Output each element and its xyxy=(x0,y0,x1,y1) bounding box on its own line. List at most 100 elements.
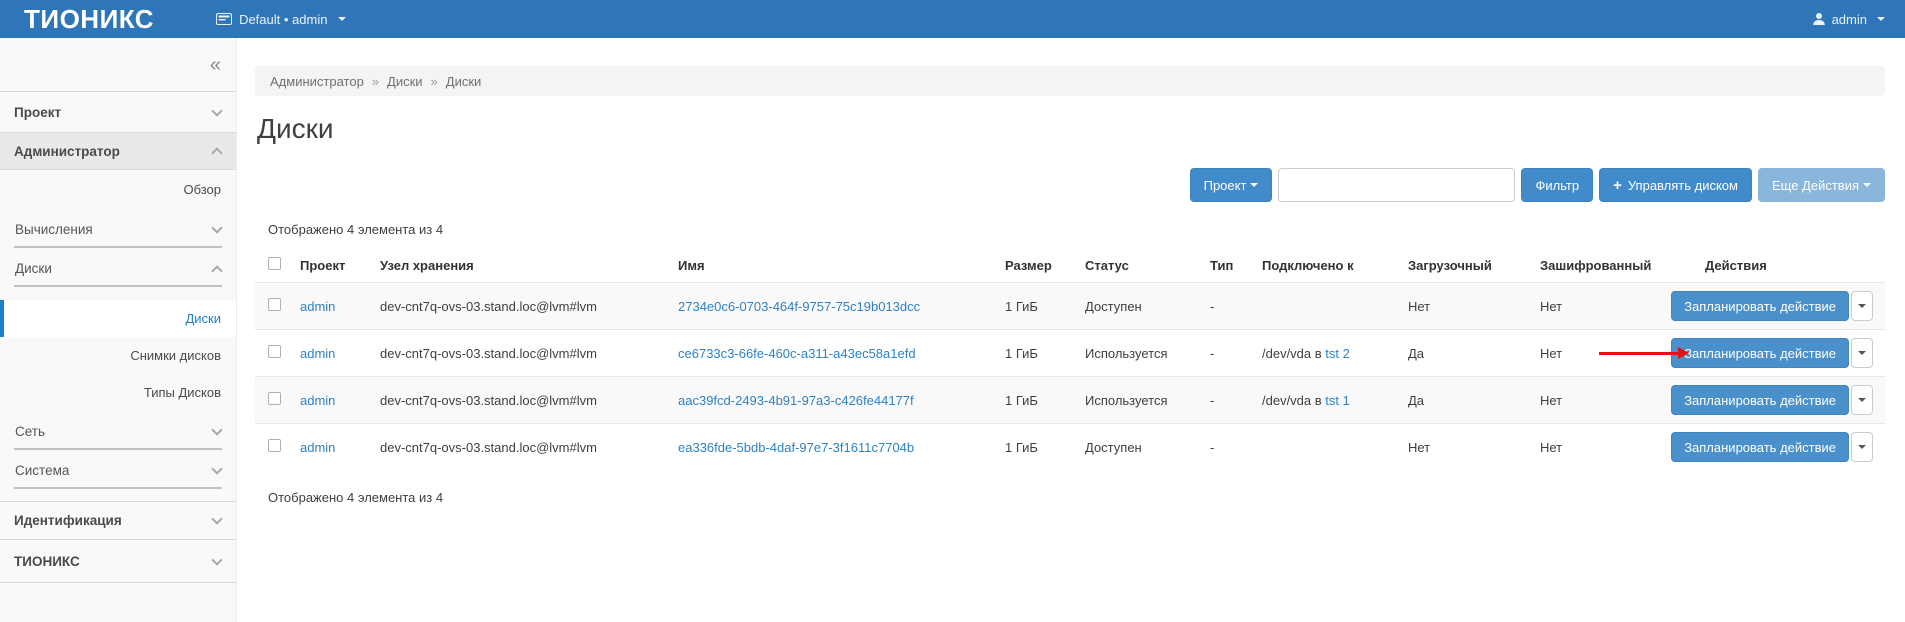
chevron-down-icon xyxy=(211,105,222,116)
chevron-down-icon xyxy=(211,554,222,565)
items-count-bottom: Отображено 4 элемента из 4 xyxy=(268,490,1885,505)
project-filter-dropdown[interactable]: Проект xyxy=(1190,168,1273,202)
collapse-sidebar-icon: « xyxy=(210,55,221,75)
instance-link[interactable]: tst 2 xyxy=(1325,346,1350,361)
status-cell: Доступен xyxy=(1085,283,1210,330)
column-header-project[interactable]: Проект xyxy=(300,251,380,283)
schedule-action-button[interactable]: Запланировать действие xyxy=(1671,291,1849,321)
user-menu[interactable]: admin xyxy=(1812,12,1885,27)
plus-icon: + xyxy=(1613,178,1622,193)
host-cell: dev-cnt7q-ovs-03.stand.loc@lvm#lvm xyxy=(380,424,678,471)
chevron-down-icon xyxy=(211,424,222,435)
volume-name-link[interactable]: ea336fde-5bdb-4daf-97e7-3f1611c7704b xyxy=(678,440,914,455)
sidebar-item-admin[interactable]: Администратор xyxy=(0,133,236,170)
row-actions-dropdown[interactable] xyxy=(1851,385,1873,415)
sidebar-item-volumes[interactable]: Диски xyxy=(0,300,236,337)
items-count-top: Отображено 4 элемента из 4 xyxy=(268,222,1885,237)
filter-button[interactable]: Фильтр xyxy=(1521,168,1593,202)
context-switcher[interactable]: Default • admin xyxy=(216,12,346,27)
user-icon xyxy=(1812,12,1826,26)
attached-to-cell: /dev/vda в tst 1 xyxy=(1262,377,1408,424)
user-menu-label: admin xyxy=(1832,12,1867,27)
table-toolbar: Проект Фильтр + Управлять диском Еще Дей… xyxy=(255,168,1885,202)
breadcrumb-separator: » xyxy=(372,74,379,89)
column-header-bootable[interactable]: Загрузочный xyxy=(1408,251,1540,283)
main-content: Администратор » Диски » Диски Диски Прое… xyxy=(237,38,1905,622)
bootable-cell: Нет xyxy=(1408,424,1540,471)
chevron-down-icon xyxy=(211,463,222,474)
project-link[interactable]: admin xyxy=(300,440,335,455)
sidebar-group-compute[interactable]: Вычисления xyxy=(14,222,222,248)
table-row: admin dev-cnt7q-ovs-03.stand.loc@lvm#lvm… xyxy=(255,424,1885,471)
top-header-bar: ТИОНИКС Default • admin admin xyxy=(0,0,1905,38)
size-cell: 1 ГиБ xyxy=(1005,283,1085,330)
volume-name-link[interactable]: aac39fcd-2493-4b91-97a3-c426fe44177f xyxy=(678,393,914,408)
status-cell: Доступен xyxy=(1085,424,1210,471)
sidebar-collapse[interactable]: « xyxy=(0,38,236,92)
row-checkbox[interactable] xyxy=(268,439,281,452)
table-header-row: Проект Узел хранения Имя Размер Статус Т… xyxy=(255,251,1885,283)
volume-name-link[interactable]: ce6733c3-66fe-460c-a311-a43ec58a1efd xyxy=(678,346,916,361)
size-cell: 1 ГиБ xyxy=(1005,424,1085,471)
schedule-action-button[interactable]: Запланировать действие xyxy=(1671,432,1849,462)
sidebar-item-project[interactable]: Проект xyxy=(0,92,236,133)
row-checkbox[interactable] xyxy=(268,392,281,405)
project-link[interactable]: admin xyxy=(300,346,335,361)
column-header-size[interactable]: Размер xyxy=(1005,251,1085,283)
column-header-host[interactable]: Узел хранения xyxy=(380,251,678,283)
sidebar-item-snapshots[interactable]: Снимки дисков xyxy=(0,337,236,374)
sidebar-group-network[interactable]: Сеть xyxy=(14,424,222,450)
chevron-down-icon xyxy=(211,513,222,524)
column-header-actions: Действия xyxy=(1705,251,1885,283)
more-actions-dropdown[interactable]: Еще Действия xyxy=(1758,168,1885,202)
chevron-down-icon xyxy=(1858,304,1866,308)
sidebar-group-system[interactable]: Система xyxy=(14,463,222,489)
breadcrumb-item-admin[interactable]: Администратор xyxy=(270,74,364,89)
attached-to-cell: /dev/vda в tst 2 xyxy=(1262,330,1408,377)
host-cell: dev-cnt7q-ovs-03.stand.loc@lvm#lvm xyxy=(380,283,678,330)
instance-link[interactable]: tst 1 xyxy=(1325,393,1350,408)
row-checkbox[interactable] xyxy=(268,298,281,311)
table-row: admin dev-cnt7q-ovs-03.stand.loc@lvm#lvm… xyxy=(255,377,1885,424)
column-header-name[interactable]: Имя xyxy=(678,251,1005,283)
volume-name-link[interactable]: 2734e0c6-0703-464f-9757-75c19b013dcc xyxy=(678,299,920,314)
chevron-down-icon xyxy=(1858,398,1866,402)
type-cell: - xyxy=(1210,377,1262,424)
page-title: Диски xyxy=(257,114,1885,144)
row-actions-dropdown[interactable] xyxy=(1851,432,1873,462)
status-cell: Используется xyxy=(1085,330,1210,377)
schedule-action-button[interactable]: Запланировать действие xyxy=(1671,385,1849,415)
chevron-down-icon xyxy=(1250,183,1258,187)
bootable-cell: Да xyxy=(1408,377,1540,424)
select-all-checkbox[interactable] xyxy=(268,257,281,270)
search-input[interactable] xyxy=(1278,168,1515,202)
schedule-action-button[interactable]: Запланировать действие xyxy=(1671,338,1849,368)
row-checkbox[interactable] xyxy=(268,345,281,358)
chevron-down-icon xyxy=(1863,183,1871,187)
project-link[interactable]: admin xyxy=(300,299,335,314)
chevron-up-icon xyxy=(211,147,222,158)
column-header-status[interactable]: Статус xyxy=(1085,251,1210,283)
column-header-encrypted[interactable]: Зашифрованный xyxy=(1540,251,1705,283)
row-actions-dropdown[interactable] xyxy=(1851,291,1873,321)
sidebar-item-volume-types[interactable]: Типы Дисков xyxy=(0,374,236,411)
row-actions-dropdown[interactable] xyxy=(1851,338,1873,368)
sidebar: « Проект Администратор Обзор Вычисления … xyxy=(0,38,237,622)
panel-icon xyxy=(216,13,232,25)
sidebar-item-tionix[interactable]: ТИОНИКС xyxy=(0,540,236,583)
brand-logo[interactable]: ТИОНИКС xyxy=(24,4,154,35)
chevron-down-icon xyxy=(1858,351,1866,355)
manage-volume-button[interactable]: + Управлять диском xyxy=(1599,168,1752,202)
chevron-down-icon xyxy=(1858,445,1866,449)
project-link[interactable]: admin xyxy=(300,393,335,408)
sidebar-item-overview[interactable]: Обзор xyxy=(0,170,236,209)
host-cell: dev-cnt7q-ovs-03.stand.loc@lvm#lvm xyxy=(380,377,678,424)
size-cell: 1 ГиБ xyxy=(1005,377,1085,424)
sidebar-group-volumes[interactable]: Диски xyxy=(14,261,222,287)
sidebar-item-identity[interactable]: Идентификация xyxy=(0,502,236,540)
column-header-attached-to[interactable]: Подключено к xyxy=(1262,251,1408,283)
column-header-type[interactable]: Тип xyxy=(1210,251,1262,283)
table-row: admin dev-cnt7q-ovs-03.stand.loc@lvm#lvm… xyxy=(255,330,1885,377)
breadcrumb-item-volumes-panel[interactable]: Диски xyxy=(387,74,423,89)
type-cell: - xyxy=(1210,283,1262,330)
